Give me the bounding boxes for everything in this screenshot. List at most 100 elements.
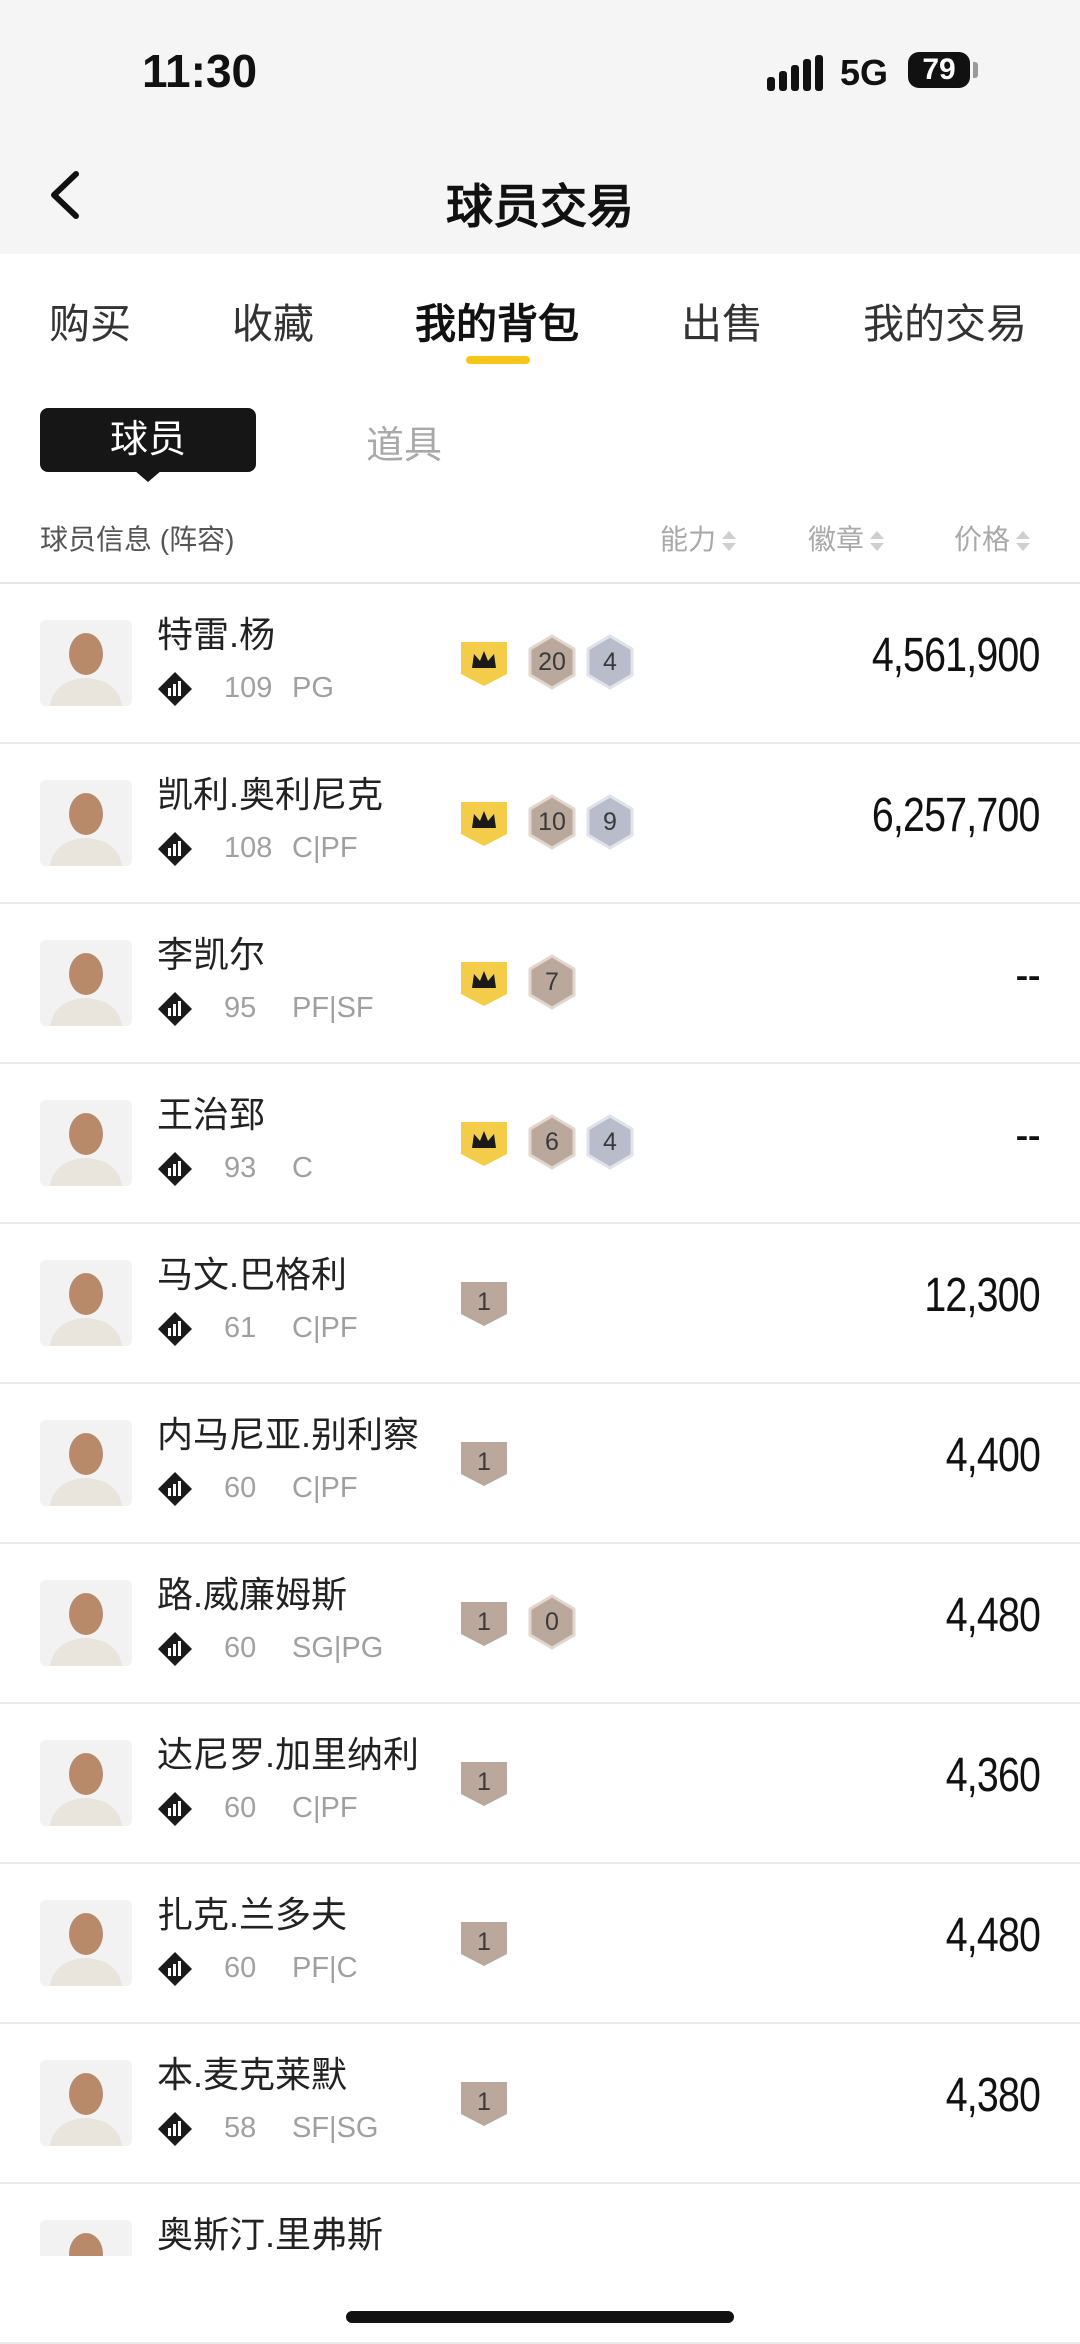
player-rating: 108 [224, 832, 273, 864]
tab-my-backpack[interactable]: 我的背包 [415, 290, 579, 350]
player-row[interactable]: 李凯尔 95 PF|SF 7 -- [0, 904, 1080, 1064]
player-name: 王治郅 [157, 1094, 266, 1135]
crown-badge-icon [458, 794, 510, 850]
player-name: 特雷.杨 [157, 614, 276, 655]
header-player-info: 球员信息 (阵容) [40, 524, 235, 555]
tab-my-trades[interactable]: 我的交易 [863, 290, 1027, 350]
player-name: 奥斯汀.里弗斯 [157, 2214, 384, 2255]
player-rating: 60 [224, 1632, 257, 1664]
badge-count: 1 [477, 1608, 491, 1636]
player-position: PF|C [292, 1952, 358, 1984]
badge-count: 9 [603, 808, 617, 836]
tier-icon [157, 1471, 193, 1507]
bronze-badge-icon: 0 [526, 1594, 578, 1650]
badge-count: 1 [477, 1288, 491, 1316]
sort-icon [1016, 530, 1031, 553]
shield-badge-icon: 1 [458, 1274, 510, 1330]
player-price: 12,300 [924, 1269, 1041, 1322]
sort-price[interactable]: 价格 [954, 518, 1031, 558]
player-row[interactable]: 内马尼亚.别利察 60 C|PF 1 4,400 [0, 1384, 1080, 1544]
sort-badge[interactable]: 徽章 [808, 518, 885, 558]
home-indicator[interactable] [346, 2311, 734, 2323]
player-row[interactable]: 路.威廉姆斯 60 SG|PG 1 0 4,480 [0, 1544, 1080, 1704]
segment-players[interactable]: 球员 [40, 408, 256, 472]
player-name: 本.麦克莱默 [157, 2054, 348, 2095]
player-avatar [40, 1100, 132, 1186]
player-price: -- [1015, 949, 1040, 1002]
crown-badge-icon [458, 634, 510, 690]
network-type: 5G [840, 52, 889, 93]
player-row[interactable]: 达尼罗.加里纳利 60 C|PF 1 4,360 [0, 1704, 1080, 1864]
tier-icon [157, 1311, 193, 1347]
cellular-signal-icon [767, 55, 823, 91]
player-avatar [40, 620, 132, 706]
player-avatar [40, 1420, 132, 1506]
badge-count: 20 [538, 648, 566, 676]
player-row[interactable]: 本.麦克莱默 58 SF|SG 1 4,380 [0, 2024, 1080, 2184]
tier-icon [157, 991, 193, 1027]
player-row[interactable]: 凯利.奥利尼克 108 C|PF 10 9 6,257,700 [0, 744, 1080, 904]
player-name: 凯利.奥利尼克 [157, 774, 384, 815]
tier-icon [157, 2111, 193, 2147]
player-position: C|PF [292, 1792, 358, 1824]
player-name: 路.威廉姆斯 [157, 1574, 348, 1615]
crown-badge-icon [458, 1114, 510, 1170]
segment-pointer [134, 470, 162, 482]
player-avatar [40, 1580, 132, 1666]
bottom-safe-area [0, 2256, 1080, 2341]
active-tab-indicator [466, 356, 530, 364]
tier-icon [157, 1631, 193, 1667]
silver-badge-icon: 4 [584, 1114, 636, 1170]
shield-badge-icon: 1 [458, 1434, 510, 1490]
player-avatar [40, 940, 132, 1026]
tab-sell[interactable]: 出售 [681, 290, 763, 350]
badge-count: 1 [477, 1928, 491, 1956]
player-position: SG|PG [292, 1632, 384, 1664]
badge-count: 1 [477, 1448, 491, 1476]
shield-badge-icon: 1 [458, 1594, 510, 1650]
badge-count: 10 [538, 808, 566, 836]
player-row[interactable]: 扎克.兰多夫 60 PF|C 1 4,480 [0, 1864, 1080, 2024]
tier-icon [157, 671, 193, 707]
player-row[interactable]: 王治郅 93 C 6 4 -- [0, 1064, 1080, 1224]
player-position: C|PF [292, 832, 358, 864]
shield-badge-icon: 1 [458, 1914, 510, 1970]
player-avatar [40, 1260, 132, 1346]
segment-items[interactable]: 道具 [366, 414, 442, 469]
player-name: 达尼罗.加里纳利 [157, 1734, 420, 1775]
status-time: 11:30 [142, 45, 258, 97]
player-position: C|PF [292, 1312, 358, 1344]
crown-badge-icon [458, 954, 510, 1010]
player-avatar [40, 780, 132, 866]
player-avatar [40, 1740, 132, 1826]
tab-buy[interactable]: 购买 [49, 290, 131, 350]
player-price: 6,257,700 [872, 789, 1041, 842]
player-row[interactable]: 特雷.杨 109 PG 20 4 4,561,900 [0, 584, 1080, 744]
badge-count: 1 [477, 2088, 491, 2116]
tier-icon [157, 1951, 193, 1987]
badge-count: 0 [545, 1608, 559, 1636]
tab-favorites[interactable]: 收藏 [232, 290, 314, 350]
sort-ability[interactable]: 能力 [660, 518, 737, 558]
bronze-badge-icon: 7 [526, 954, 578, 1010]
player-position: C|PF [292, 1472, 358, 1504]
silver-badge-icon: 9 [584, 794, 636, 850]
player-row[interactable]: 马文.巴格利 61 C|PF 1 12,300 [0, 1224, 1080, 1384]
player-rating: 61 [224, 1312, 257, 1344]
player-rating: 60 [224, 1472, 257, 1504]
tab-bar: 购买 收藏 我的背包 出售 我的交易 [0, 254, 1080, 372]
player-price: 4,480 [945, 1589, 1041, 1642]
badge-count: 7 [545, 968, 559, 996]
badge-count: 4 [603, 648, 617, 676]
header-price-label: 价格 [954, 524, 1011, 555]
player-price: -- [1015, 1109, 1040, 1162]
tier-icon [157, 831, 193, 867]
battery-cap [973, 62, 978, 78]
tier-icon [157, 1791, 193, 1827]
player-rating: 58 [224, 2112, 257, 2144]
player-position: SF|SG [292, 2112, 379, 2144]
badge-count: 4 [603, 1128, 617, 1156]
sort-icon [870, 530, 885, 553]
player-price: 4,400 [945, 1429, 1041, 1482]
player-position: C [292, 1152, 313, 1184]
